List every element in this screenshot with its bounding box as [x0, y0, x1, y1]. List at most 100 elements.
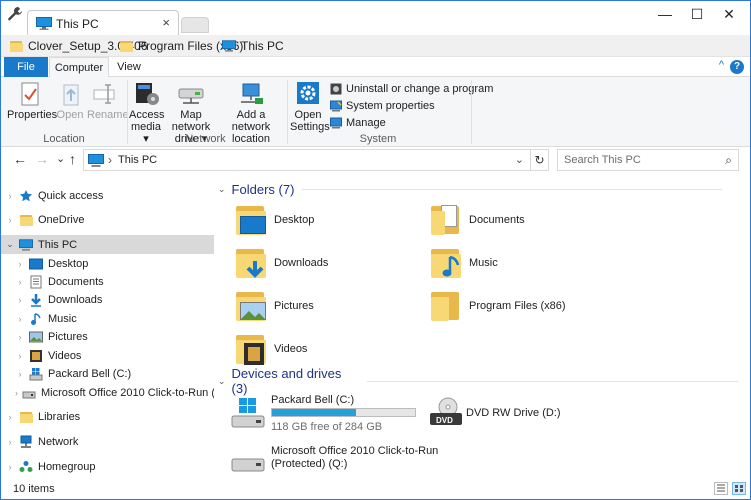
address-dropdown-button[interactable]: ⌄	[515, 153, 524, 166]
open-button[interactable]: Open	[55, 81, 85, 121]
drive-icon	[231, 458, 265, 472]
tab-this-pc[interactable]: This PC ×	[27, 10, 179, 35]
nav-item-documents[interactable]: › Documents	[1, 272, 214, 291]
rename-icon	[88, 81, 120, 107]
expand-chevron-icon[interactable]: ›	[15, 259, 25, 269]
nav-item-downloads[interactable]: › Downloads	[1, 290, 214, 309]
nav-item-label: Packard Bell (C:)	[48, 367, 132, 380]
drive-dvd-rw-d[interactable]: DVD DVD RW Drive (D:)	[426, 395, 576, 429]
address-bar[interactable]: › This PC ⌄	[83, 149, 531, 171]
up-button[interactable]: ↑	[69, 151, 76, 167]
nav-item-label: Homegroup	[38, 460, 96, 473]
collapse-chevron-icon[interactable]: ⌄	[218, 184, 226, 195]
bookmark-bar: Clover_Setup_3.0.406 Program Files (x86)…	[1, 35, 750, 57]
folders-group-header[interactable]: ⌄ Folders (7)	[218, 181, 738, 197]
nav-item-this-pc[interactable]: ⌄ This PC	[1, 235, 214, 254]
expand-chevron-icon[interactable]: ›	[5, 215, 15, 225]
rename-button[interactable]: Rename	[87, 81, 129, 121]
details-view-button[interactable]	[714, 482, 728, 495]
folder-pictures[interactable]: Pictures	[234, 283, 314, 329]
tab-file[interactable]: File	[4, 57, 48, 77]
tab-view[interactable]: View	[111, 57, 147, 77]
bookmark-this-pc[interactable]: This PC	[222, 38, 284, 54]
expand-chevron-icon[interactable]: ›	[15, 295, 25, 305]
nav-item-label: Documents	[48, 275, 104, 288]
collapse-chevron-icon[interactable]: ⌄	[218, 376, 226, 387]
folder-music[interactable]: Music	[429, 240, 498, 286]
drive-packard-bell-c[interactable]: Packard Bell (C:) 118 GB free of 284 GB	[228, 393, 418, 433]
folder-downloads[interactable]: Downloads	[234, 240, 328, 286]
expand-chevron-icon[interactable]: ›	[15, 277, 25, 287]
back-button[interactable]: ←	[13, 151, 27, 167]
collapse-ribbon-icon[interactable]: ^	[719, 59, 724, 71]
nav-item-pictures[interactable]: › Pictures	[1, 327, 214, 346]
refresh-button[interactable]: ↻	[531, 149, 549, 171]
expand-chevron-icon[interactable]: ›	[15, 332, 25, 342]
large-icons-view-icon	[735, 485, 743, 492]
properties-button[interactable]: Properties	[7, 81, 57, 121]
breadcrumb-this-pc[interactable]: This PC	[118, 154, 157, 166]
nav-item-office-q[interactable]: › Microsoft Office 2010 Click-to-Run (Pr…	[1, 383, 214, 402]
collapse-chevron-icon[interactable]: ⌄	[5, 239, 15, 250]
expand-chevron-icon[interactable]: ›	[5, 462, 15, 472]
expand-chevron-icon[interactable]: ›	[5, 412, 15, 422]
expand-chevron-icon[interactable]: ›	[15, 314, 25, 324]
desktop-icon	[29, 258, 43, 269]
manage-button[interactable]: Manage	[330, 115, 386, 131]
ribbon-separator	[287, 80, 288, 144]
expand-chevron-icon[interactable]: ›	[5, 191, 15, 201]
network-location-icon	[235, 81, 267, 107]
computer-icon	[222, 40, 236, 52]
nav-item-label: OneDrive	[38, 213, 85, 226]
open-settings-button[interactable]: Open Settings	[290, 81, 330, 133]
computer-icon	[19, 238, 33, 251]
expand-chevron-icon[interactable]: ›	[15, 351, 25, 361]
breadcrumb-separator[interactable]: ›	[108, 153, 112, 167]
large-icons-view-button[interactable]	[732, 482, 746, 495]
nav-item-homegroup[interactable]: › Homegroup	[1, 457, 214, 476]
drive-icon	[22, 391, 36, 398]
folder-icon	[119, 39, 133, 53]
ribbon-tabs: File Computer View ^ ?	[1, 57, 750, 78]
expand-chevron-icon[interactable]: ›	[5, 437, 15, 447]
help-icon[interactable]: ?	[730, 60, 744, 74]
devices-group-header[interactable]: ⌄ Devices and drives (3)	[218, 366, 738, 396]
nav-item-packard-bell-c[interactable]: › Packard Bell (C:)	[1, 364, 214, 383]
folder-icon	[429, 288, 463, 324]
nav-item-network[interactable]: › Network	[1, 432, 214, 451]
bookmark-label: This PC	[241, 39, 284, 53]
windows-drive-icon	[29, 367, 43, 380]
drive-office-q[interactable]: Microsoft Office 2010 Click-to-Run (Prot…	[228, 441, 448, 477]
libraries-icon	[19, 410, 33, 424]
nav-item-libraries[interactable]: › Libraries	[1, 407, 214, 426]
nav-item-videos[interactable]: › Videos	[1, 346, 214, 365]
uninstall-icon	[330, 83, 342, 95]
nav-item-label: Libraries	[38, 410, 81, 423]
new-tab-button[interactable]	[181, 17, 209, 33]
nav-item-music[interactable]: › Music	[1, 309, 214, 328]
expand-chevron-icon[interactable]: ›	[15, 369, 25, 379]
nav-item-onedrive[interactable]: › OneDrive	[1, 210, 214, 229]
nav-item-desktop[interactable]: › Desktop	[1, 254, 214, 273]
uninstall-program-button[interactable]: Uninstall or change a program	[330, 81, 493, 97]
folder-program-files-x86[interactable]: Program Files (x86)	[429, 283, 566, 329]
homegroup-icon	[19, 460, 33, 472]
tab-computer[interactable]: Computer	[49, 57, 109, 78]
desktop-folder-icon	[234, 202, 268, 238]
system-properties-button[interactable]: System properties	[330, 98, 435, 114]
folder-documents[interactable]: Documents	[429, 197, 525, 243]
recent-locations-button[interactable]: ⌄	[56, 152, 65, 165]
close-button[interactable]: ✕	[706, 1, 750, 27]
wrench-icon[interactable]	[7, 6, 23, 22]
search-box[interactable]: Search This PC ⌕	[557, 149, 739, 171]
folder-desktop[interactable]: Desktop	[234, 197, 314, 243]
title-bar: This PC × — ☐ ✕	[1, 1, 750, 35]
manage-icon	[330, 117, 342, 129]
documents-icon	[30, 275, 42, 288]
forward-button[interactable]: →	[35, 151, 49, 167]
search-icon[interactable]: ⌕	[725, 153, 732, 168]
expand-chevron-icon[interactable]: ›	[15, 388, 18, 398]
tab-close-button[interactable]: ×	[162, 15, 170, 30]
nav-item-quick-access[interactable]: › Quick access	[1, 186, 214, 205]
nav-item-label: Pictures	[48, 330, 88, 343]
